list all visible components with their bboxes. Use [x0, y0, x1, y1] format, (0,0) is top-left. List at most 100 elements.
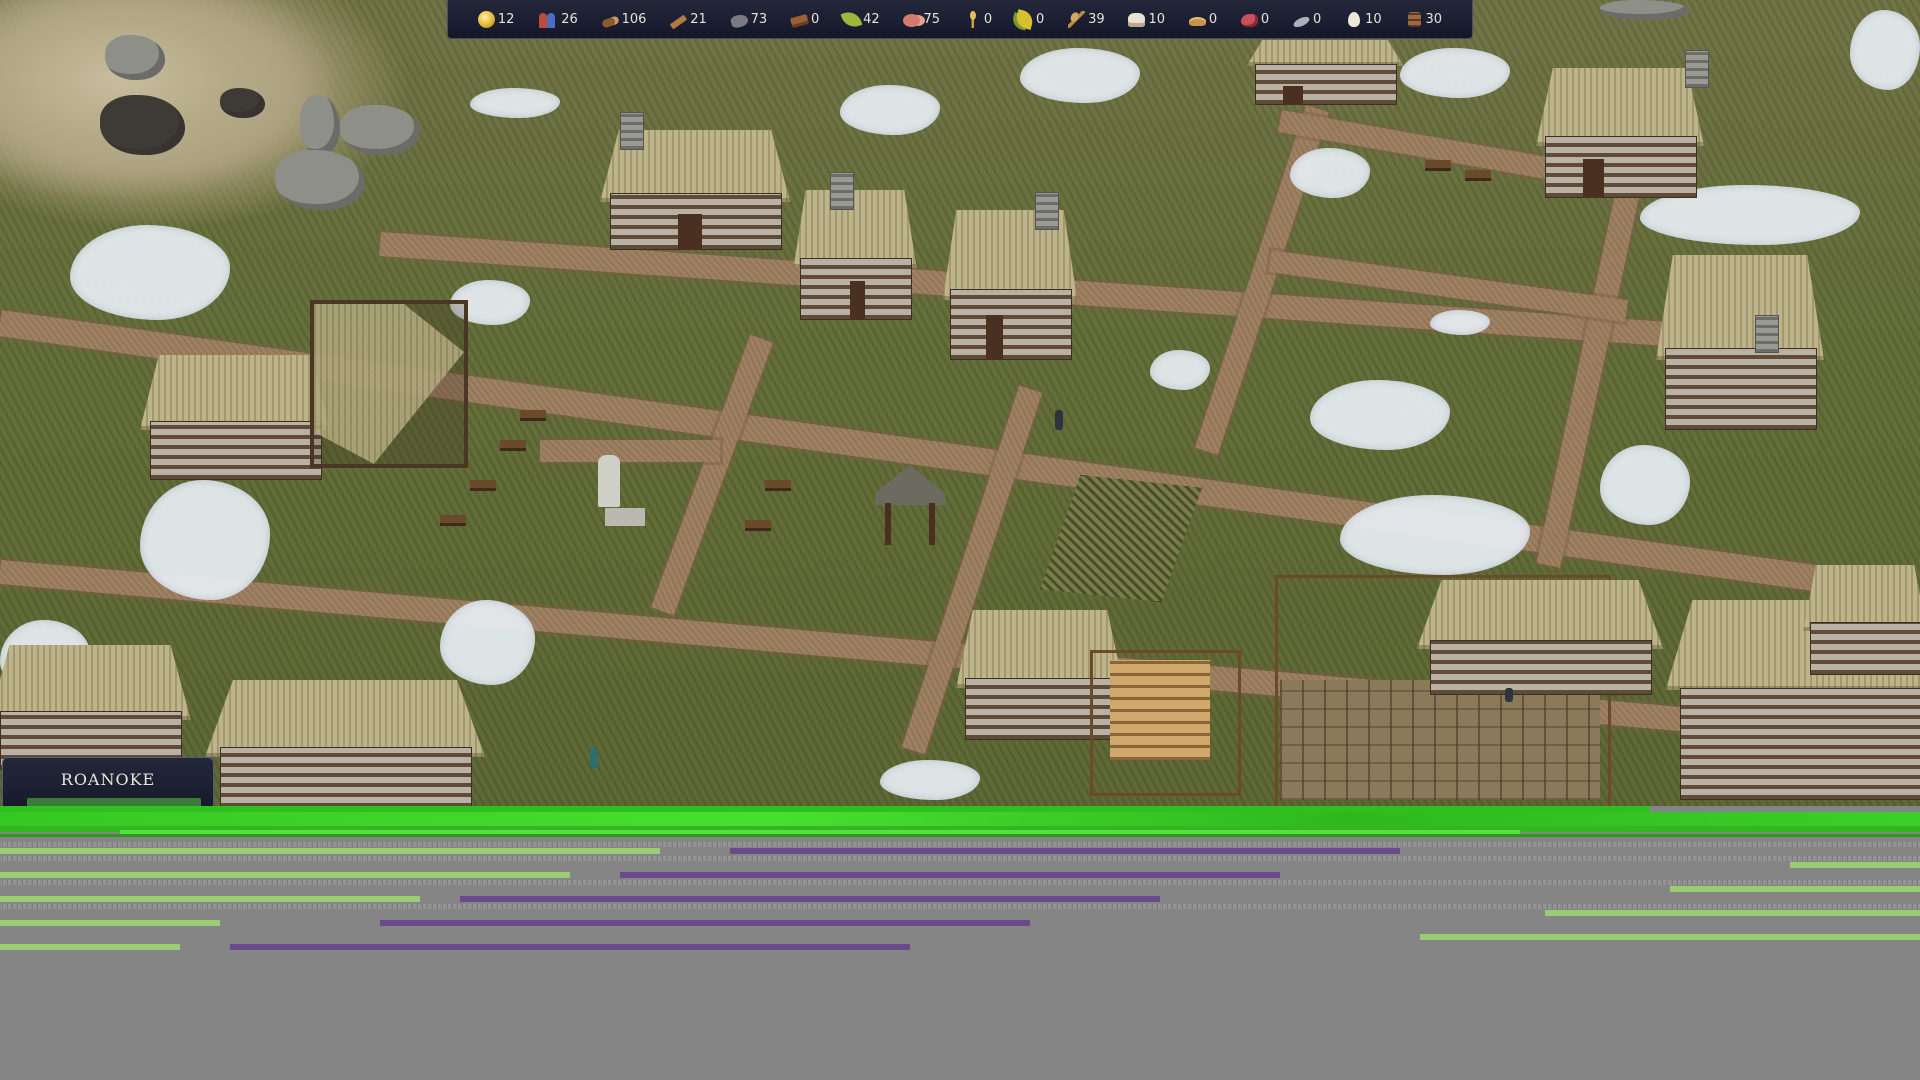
region-panel[interactable]: ROANOKE — [2, 757, 214, 809]
statue[interactable] — [598, 455, 620, 507]
resource-logs[interactable]: 106 — [600, 11, 647, 29]
resource-tools[interactable]: 0 — [789, 11, 820, 29]
resource-value: 0 — [1260, 11, 1270, 27]
bench — [1465, 170, 1491, 181]
bench — [765, 480, 791, 491]
bench — [745, 520, 771, 531]
leaf-icon — [840, 8, 863, 30]
resource-value: 0 — [810, 11, 820, 27]
snow-patch — [140, 480, 270, 600]
bread-icon — [1188, 17, 1206, 26]
road — [651, 334, 773, 616]
rock — [220, 88, 265, 118]
resource-coin[interactable]: 12 — [477, 10, 515, 28]
cottage-building[interactable] — [793, 172, 917, 320]
bench — [440, 515, 466, 526]
flour-icon — [1128, 13, 1146, 27]
snow-patch — [1290, 148, 1370, 198]
cabin-building[interactable] — [599, 112, 791, 250]
resource-value: 0 — [1313, 11, 1322, 27]
market-pavilion[interactable] — [310, 300, 468, 468]
ham-icon — [1240, 13, 1258, 27]
log-icon — [600, 14, 620, 29]
resource-bread[interactable]: 0 — [1188, 11, 1218, 27]
fish-icon — [1292, 14, 1311, 29]
bench — [520, 410, 546, 421]
resource-value: 0 — [983, 11, 993, 27]
snow-patch — [840, 85, 940, 135]
resource-wheat[interactable]: 0 — [963, 10, 993, 28]
stone-storehouse[interactable] — [1040, 475, 1202, 602]
house-building[interactable] — [1536, 50, 1709, 198]
stone-house-building[interactable] — [1656, 255, 1824, 430]
workshop-building[interactable] — [139, 355, 331, 480]
resource-flour[interactable]: 10 — [1128, 11, 1165, 27]
resource-value: 106 — [621, 11, 647, 27]
resource-value: 30 — [1425, 11, 1443, 27]
well[interactable] — [875, 465, 945, 545]
game-world-view[interactable] — [0, 0, 1920, 808]
snow-patch — [1150, 350, 1210, 390]
barrel-icon — [1407, 12, 1421, 27]
resource-value: 39 — [1088, 11, 1105, 27]
snow-patch — [1430, 310, 1490, 335]
snow-patch — [70, 225, 230, 320]
resource-value: 0 — [1208, 11, 1218, 27]
resource-barrels[interactable]: 30 — [1406, 11, 1443, 27]
resource-value: 10 — [1365, 11, 1382, 27]
resource-meat[interactable]: 75 — [903, 12, 940, 27]
road — [540, 440, 720, 462]
resource-ham[interactable]: 0 — [1240, 11, 1270, 27]
plank-icon — [670, 14, 688, 29]
resource-value: 21 — [690, 11, 707, 27]
snow-patch — [470, 88, 560, 118]
snow-patch — [1340, 495, 1530, 575]
statue-base — [605, 508, 645, 526]
resource-value: 75 — [923, 11, 941, 27]
snow-patch — [1020, 48, 1140, 103]
bench — [500, 440, 526, 451]
villager[interactable] — [590, 748, 598, 768]
resource-vegetables[interactable]: 42 — [840, 8, 880, 30]
resource-eggs[interactable]: 10 — [1345, 11, 1382, 27]
snow-patch — [1600, 445, 1690, 525]
house-building[interactable] — [0, 645, 191, 770]
resource-stone[interactable]: 73 — [729, 12, 767, 29]
snow-patch — [1400, 48, 1510, 98]
resource-fish[interactable]: 0 — [1292, 11, 1322, 29]
resource-bar: 12 26 106 21 73 0 42 75 0 0 39 10 0 0 0 … — [447, 0, 1473, 39]
snow-patch — [440, 600, 535, 685]
snow-patch — [1850, 10, 1920, 90]
bench — [470, 480, 496, 491]
resource-value: 12 — [497, 11, 515, 27]
resource-grain[interactable]: 39 — [1068, 10, 1105, 28]
cottage-building[interactable] — [942, 192, 1078, 360]
bench — [1425, 160, 1451, 171]
meat-icon — [903, 13, 921, 27]
coin-icon — [477, 10, 495, 28]
house-building[interactable] — [1803, 565, 1920, 675]
snow-patch — [880, 760, 980, 800]
resource-value: 42 — [863, 11, 880, 27]
resource-value: 10 — [1148, 11, 1165, 27]
region-name: ROANOKE — [60, 770, 156, 789]
resource-value: 0 — [1035, 11, 1045, 27]
villager[interactable] — [1505, 688, 1513, 702]
villager[interactable] — [1055, 410, 1063, 430]
house-building[interactable] — [205, 680, 485, 808]
egg-icon — [1348, 12, 1361, 27]
grain-icon — [1068, 10, 1086, 28]
resource-population[interactable]: 26 — [538, 11, 578, 28]
rock — [1600, 0, 1690, 20]
resource-herbs[interactable]: 0 — [1014, 8, 1045, 30]
crate-icon — [789, 13, 809, 29]
farmhouse-building[interactable] — [1416, 580, 1664, 695]
render-glitch-band — [0, 806, 1920, 956]
resource-firewood[interactable]: 21 — [670, 11, 707, 29]
resource-value: 26 — [561, 11, 578, 27]
fence — [1090, 650, 1241, 796]
snow-patch — [1310, 380, 1450, 450]
wheat-icon — [963, 10, 981, 28]
stone-icon — [729, 12, 749, 29]
house-building[interactable] — [1246, 40, 1404, 105]
